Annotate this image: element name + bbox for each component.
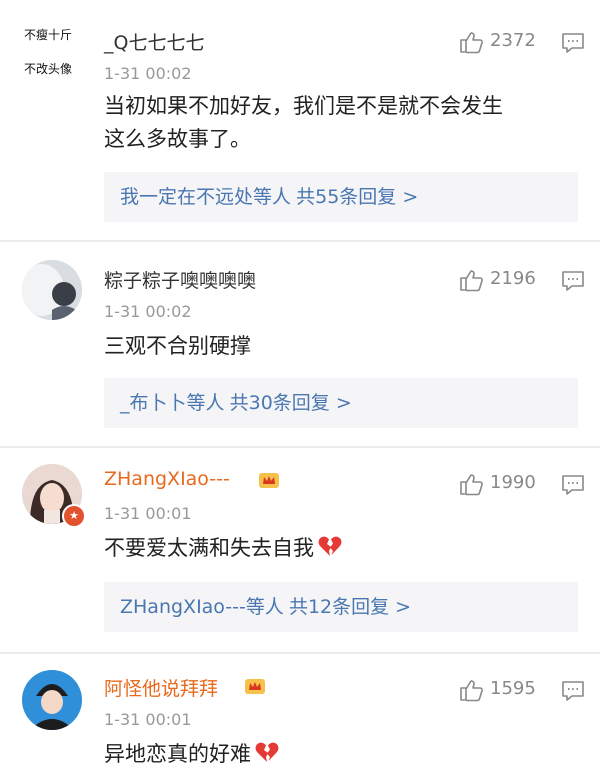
comment-item: 阿怪他说拜拜 1595 1-31 00:01 异地恋真的好难: [0, 654, 600, 780]
thumbs-up-icon[interactable]: [458, 472, 484, 496]
avatar[interactable]: [22, 670, 82, 730]
avatar[interactable]: 不瘦十斤 不改头像: [22, 22, 82, 82]
reply-summary[interactable]: ZHangXIao---等人 共12条回复 >: [104, 582, 578, 632]
username[interactable]: 阿怪他说拜拜: [104, 674, 218, 701]
timestamp: 1-31 00:01: [104, 504, 192, 523]
avatar-image: [22, 260, 82, 320]
like-count: 1990: [490, 472, 536, 493]
comment-text: 异地恋真的好难: [104, 738, 574, 771]
broken-heart-icon: [255, 742, 279, 762]
thumbs-up-icon[interactable]: [458, 30, 484, 54]
vip-crown-icon: [245, 679, 265, 694]
thumbs-up-icon[interactable]: [458, 678, 484, 702]
username[interactable]: _Q七七七七: [104, 28, 204, 55]
comment-item: ★ ZHangXIao--- 1990 1-31 00:01 不要爱太满和失去自…: [0, 448, 600, 652]
like-count: 1595: [490, 678, 536, 699]
username[interactable]: ZHangXIao---: [104, 468, 230, 490]
comment-feed: 不瘦十斤 不改头像 _Q七七七七 2372 1-31 00:02 当初如果不加好…: [0, 0, 600, 780]
reply-suffix: 等人: [186, 392, 225, 414]
comment-text-line: 当初如果不加好友，我们是不是就不会发生: [104, 94, 503, 118]
comment-text: 不要爱太满和失去自我: [104, 532, 574, 565]
reply-count: 共30条回复 >: [229, 392, 352, 414]
verified-badge-icon: ★: [62, 504, 86, 528]
comment-item: 粽子粽子噢噢噢噢 2196 1-31 00:02 三观不合别硬撑 _布卜卜等人 …: [0, 242, 600, 446]
vip-crown-icon: [259, 473, 279, 488]
like-count: 2196: [490, 268, 536, 289]
reply-summary[interactable]: _布卜卜等人 共30条回复 >: [104, 378, 578, 428]
reply-count: 共12条回复 >: [288, 596, 412, 618]
comment-reply-icon[interactable]: [561, 270, 585, 292]
comment-item: 不瘦十斤 不改头像 _Q七七七七 2372 1-31 00:02 当初如果不加好…: [0, 0, 600, 240]
reply-names: 我一定在不远处: [120, 186, 254, 208]
comment-text: 当初如果不加好友，我们是不是就不会发生 这么多故事了。: [104, 90, 574, 156]
like-count: 2372: [490, 30, 536, 51]
reply-suffix: 等人: [245, 596, 284, 618]
comment-reply-icon[interactable]: [561, 32, 585, 54]
comment-text: 三观不合别硬撑: [104, 330, 574, 363]
timestamp: 1-31 00:02: [104, 302, 192, 321]
reply-names: _布卜卜: [120, 392, 187, 414]
reply-suffix: 等人: [253, 186, 292, 208]
comment-text-line: 不要爱太满和失去自我: [104, 536, 314, 560]
comment-text-line: 异地恋真的好难: [104, 742, 251, 766]
reply-summary[interactable]: 我一定在不远处等人 共55条回复 >: [104, 172, 578, 222]
avatar-text-line-2: 不改头像: [24, 62, 73, 76]
comment-text-line: 这么多故事了。: [104, 127, 251, 151]
timestamp: 1-31 00:02: [104, 64, 192, 83]
comment-reply-icon[interactable]: [561, 680, 585, 702]
avatar[interactable]: [22, 260, 82, 320]
username[interactable]: 粽子粽子噢噢噢噢: [104, 266, 256, 293]
avatar-text-line-1: 不瘦十斤: [24, 28, 73, 42]
reply-count: 共55条回复 >: [296, 186, 419, 208]
avatar-image: [22, 670, 82, 730]
thumbs-up-icon[interactable]: [458, 268, 484, 292]
broken-heart-icon: [318, 536, 342, 556]
comment-reply-icon[interactable]: [561, 474, 585, 496]
reply-names: ZHangXIao---: [120, 596, 246, 618]
comment-text-line: 三观不合别硬撑: [104, 334, 251, 358]
timestamp: 1-31 00:01: [104, 710, 192, 729]
